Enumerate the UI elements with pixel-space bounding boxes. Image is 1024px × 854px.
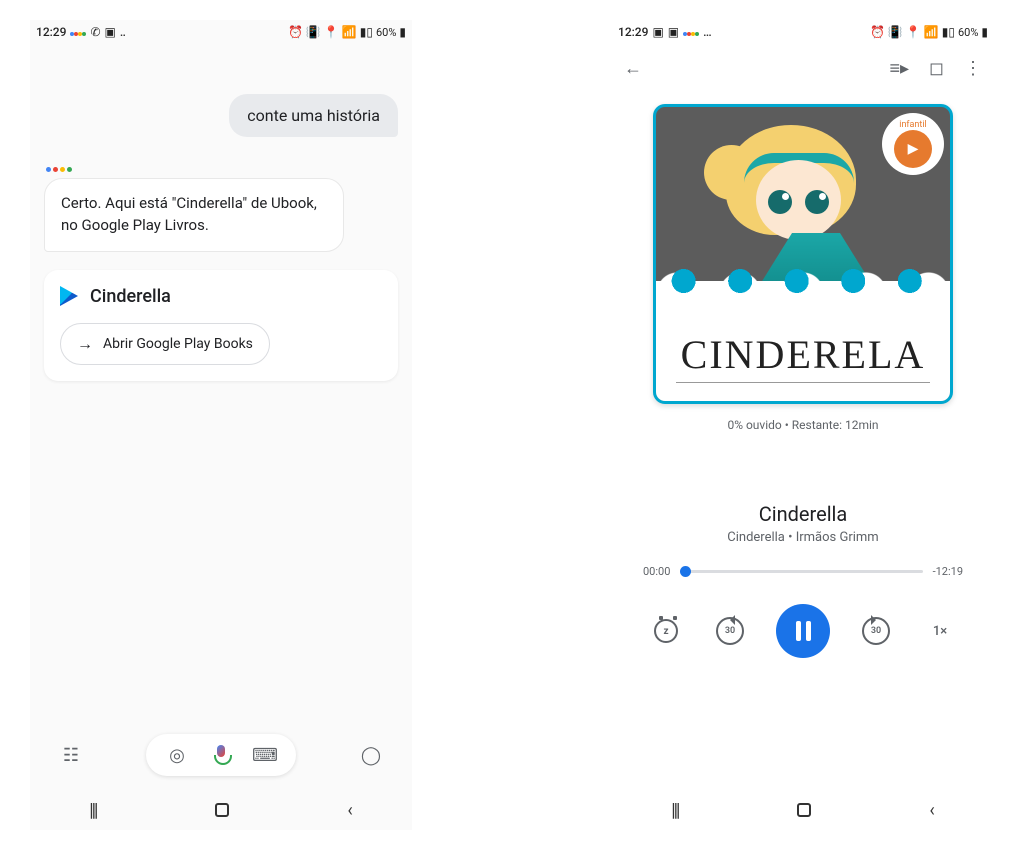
phone-assistant: 12:29 ✆ ▣ ‥ ⏰ 📳 📍 📶 ▮▯ 60% ▮ conte uma h…	[30, 20, 412, 830]
player-controls: 30 30 1×	[648, 604, 958, 658]
vibrate-icon: 📳	[888, 25, 903, 39]
wifi-icon: 📶	[342, 25, 357, 39]
assistant-bottom-bar: ☷ ◎ ⌨ ◯	[30, 720, 412, 790]
assistant-response: Certo. Aqui está "Cinderella" de Ubook, …	[44, 178, 344, 252]
alarm-icon: ⏰	[870, 25, 885, 39]
battery-icon: ▮	[981, 25, 988, 39]
open-play-books-label: Abrir Google Play Books	[103, 336, 253, 352]
chapters-icon[interactable]: ≡▸	[890, 58, 910, 79]
image-notif-icon: ▣	[652, 25, 663, 39]
user-message[interactable]: conte uma história	[229, 94, 398, 137]
system-nav-bar: ||| ‹	[30, 790, 412, 830]
playback-speed-button[interactable]: 1×	[922, 613, 958, 649]
status-time: 12:29	[618, 25, 648, 39]
updates-icon[interactable]: ☷	[60, 744, 82, 766]
location-icon: 📍	[906, 25, 921, 39]
nav-back-button[interactable]: ‹	[347, 800, 352, 821]
nav-home-button[interactable]	[797, 803, 811, 817]
phone-player: 12:29 ▣ ▣ … ⏰ 📳 📍 📶 ▮▯ 60% ▮ ← ≡▸	[612, 20, 994, 830]
back-arrow-icon[interactable]: ←	[624, 58, 642, 79]
keyboard-icon[interactable]: ⌨	[254, 744, 276, 766]
infantil-badge: infantil ▶	[882, 113, 944, 175]
nav-recent-button[interactable]: |||	[671, 800, 678, 821]
open-play-books-button[interactable]: → Abrir Google Play Books	[60, 323, 270, 365]
more-notif-icon: …	[703, 25, 712, 39]
battery-text: 60%	[958, 26, 978, 39]
nav-home-button[interactable]	[215, 803, 229, 817]
google-icon	[683, 25, 699, 39]
overflow-icon[interactable]: ⋮	[964, 58, 982, 79]
rewind-30-button[interactable]: 30	[712, 613, 748, 649]
arrow-right-icon: →	[77, 334, 93, 354]
wifi-icon: 📶	[924, 25, 939, 39]
image-notif-icon: ▣	[105, 25, 116, 39]
explore-icon[interactable]: ◯	[360, 744, 382, 766]
cover-title: CINDERELA	[676, 331, 930, 383]
assistant-input-pill: ◎ ⌨	[146, 734, 296, 776]
mic-icon[interactable]	[210, 744, 232, 766]
progress-text: 0% ouvido • Restante: 12min	[727, 418, 878, 432]
play-books-card[interactable]: Cinderella → Abrir Google Play Books	[44, 270, 398, 381]
nav-back-button[interactable]: ‹	[929, 800, 934, 821]
pause-button[interactable]	[776, 604, 830, 658]
assistant-chat: conte uma história Certo. Aqui está "Cin…	[30, 44, 412, 720]
badge-label: infantil	[899, 120, 926, 130]
track-title: Cinderella	[759, 502, 848, 526]
card-title: Cinderella	[90, 286, 171, 307]
assistant-avatar-icon	[46, 167, 72, 172]
more-notif-icon: ‥	[120, 25, 126, 39]
alarm-icon: ⏰	[288, 25, 303, 39]
signal-icon: ▮▯	[942, 25, 955, 39]
play-books-icon	[60, 286, 78, 306]
track-subtitle: Cinderella • Irmãos Grimm	[727, 530, 878, 545]
image-notif-icon: ▣	[668, 25, 679, 39]
google-icon	[70, 25, 86, 39]
status-bar: 12:29 ▣ ▣ … ⏰ 📳 📍 📶 ▮▯ 60% ▮	[612, 20, 994, 44]
book-cover[interactable]: infantil ▶ CINDERELA	[653, 104, 953, 404]
seek-row: 00:00 -12:19	[643, 565, 963, 578]
player-app-bar: ← ≡▸ ◻ ⋮	[612, 44, 994, 92]
signal-icon: ▮▯	[360, 25, 373, 39]
status-time: 12:29	[36, 25, 66, 39]
nav-recent-button[interactable]: |||	[89, 800, 96, 821]
bookmark-icon[interactable]: ◻	[929, 58, 944, 79]
seek-bar[interactable]	[680, 570, 922, 573]
status-bar: 12:29 ✆ ▣ ‥ ⏰ 📳 📍 📶 ▮▯ 60% ▮	[30, 20, 412, 44]
audiobook-player: infantil ▶ CINDERELA 0% ouvido • Restant…	[612, 92, 994, 790]
forward-30-button[interactable]: 30	[858, 613, 894, 649]
lens-icon[interactable]: ◎	[166, 744, 188, 766]
elapsed-time: 00:00	[643, 565, 670, 578]
whatsapp-icon: ✆	[90, 25, 100, 39]
vibrate-icon: 📳	[306, 25, 321, 39]
system-nav-bar: ||| ‹	[612, 790, 994, 830]
sleep-timer-button[interactable]	[648, 613, 684, 649]
battery-icon: ▮	[399, 25, 406, 39]
remaining-time: -12:19	[933, 565, 963, 578]
location-icon: 📍	[324, 25, 339, 39]
battery-text: 60%	[376, 26, 396, 39]
